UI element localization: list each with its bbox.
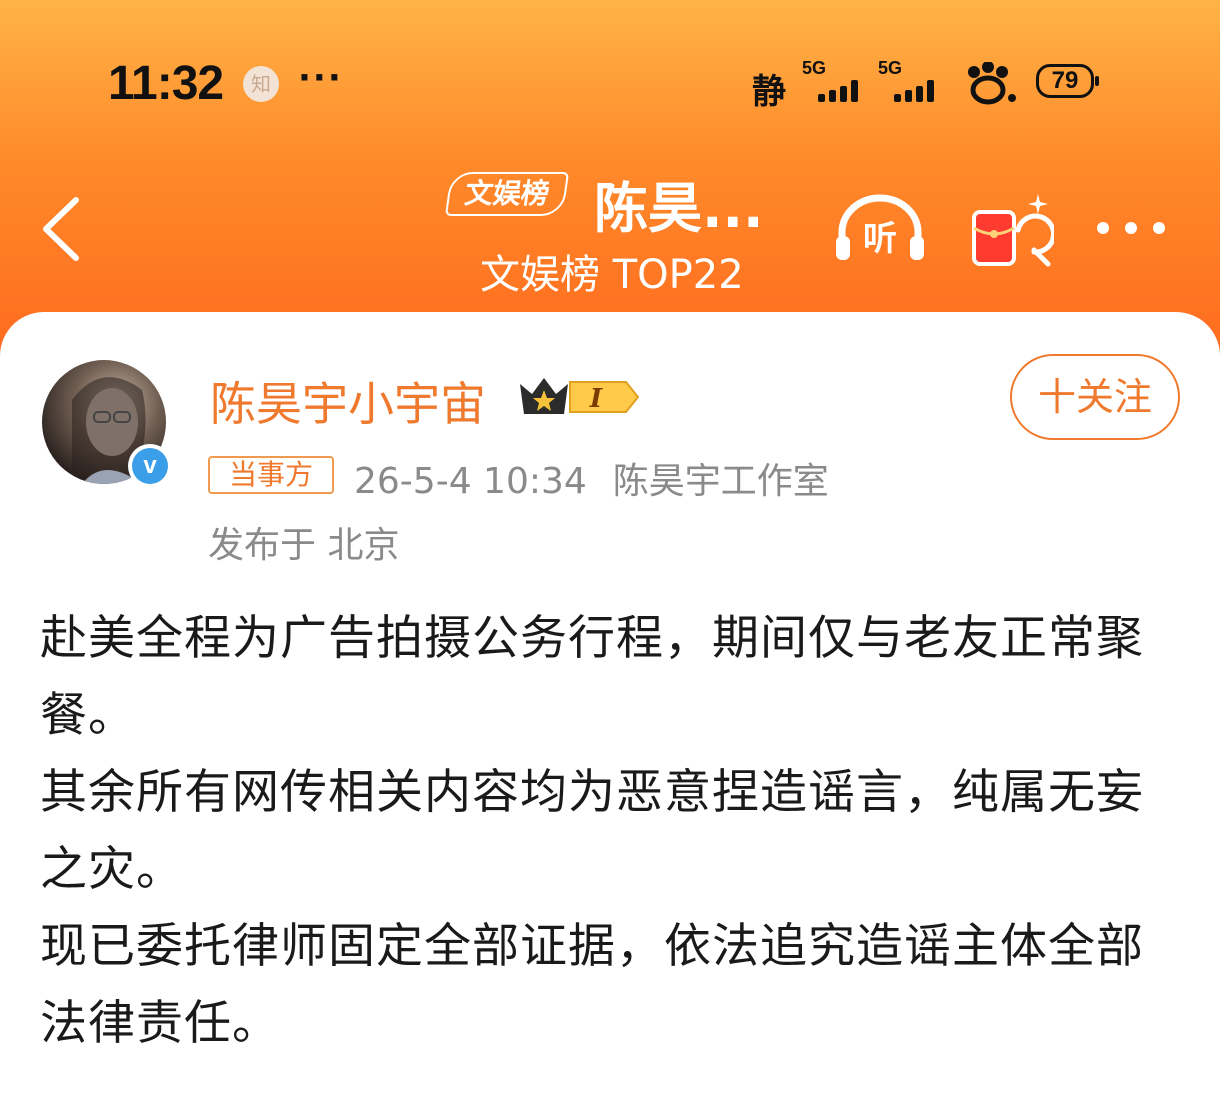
crown-level-icon[interactable]: I xyxy=(516,374,642,420)
listen-headphone-icon[interactable]: 听 xyxy=(832,192,928,264)
silent-mode-icon: 静 xyxy=(752,72,786,112)
post-meta: 26-5-4 10:34 陈昊宇工作室 xyxy=(354,452,829,504)
signal-5g-label-2: 5G xyxy=(878,58,903,78)
level-badge-label: I xyxy=(589,384,603,414)
post-source[interactable]: 陈昊宇工作室 xyxy=(613,461,829,502)
rank-badge[interactable]: 文娱榜 xyxy=(444,172,570,216)
post-location: 发布于 北京 xyxy=(208,525,400,566)
zhihu-notification-icon: 知 xyxy=(243,66,279,102)
page-subtitle[interactable]: 文娱榜 TOP22 xyxy=(480,242,744,300)
listen-label: 听 xyxy=(863,219,897,259)
follow-button[interactable]: 十关注 xyxy=(1010,354,1180,440)
page-title: 陈昊... xyxy=(594,177,764,240)
status-time: 11:32 xyxy=(108,57,224,110)
more-menu-icon[interactable] xyxy=(1094,218,1168,238)
verified-badge-icon: v xyxy=(128,444,172,488)
post-body: 赴美全程为广告拍摄公务行程，期间仅与老友正常聚餐。 其余所有网传相关内容均为恶意… xyxy=(40,611,1144,1051)
signal-5g-label: 5G xyxy=(802,58,827,78)
battery-icon: 79 xyxy=(1036,64,1099,98)
status-more-icon: ··· xyxy=(298,58,343,98)
post-timestamp: 26-5-4 10:34 xyxy=(354,461,587,502)
red-packet-search-icon[interactable] xyxy=(968,190,1054,270)
paw-hotspot-icon xyxy=(968,62,1016,105)
party-badge: 当事方 xyxy=(208,456,334,494)
back-arrow-icon[interactable] xyxy=(40,196,84,262)
username[interactable]: 陈昊宇小宇宙 xyxy=(210,368,486,434)
